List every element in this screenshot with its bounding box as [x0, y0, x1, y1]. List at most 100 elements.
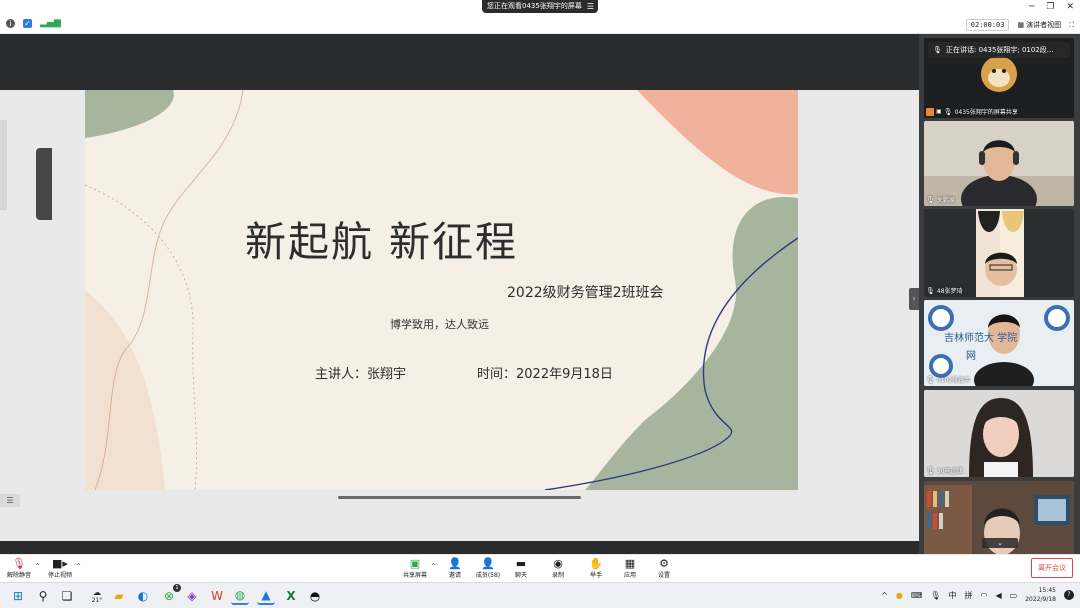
- share-options-chevron-icon[interactable]: ^: [431, 563, 436, 570]
- weather-widget[interactable]: ☁ 21°: [86, 587, 108, 605]
- fullscreen-icon[interactable]: ⛶: [1069, 21, 1074, 30]
- mic-muted-icon: 🎙: [926, 286, 935, 295]
- video-feed: [924, 390, 1074, 477]
- mic-muted-icon: 🎙: [12, 557, 26, 570]
- search-icon[interactable]: ⚲: [34, 587, 52, 605]
- tray-chevron-up-icon[interactable]: ^: [881, 591, 888, 600]
- grid-view-icon: ▦: [1017, 21, 1025, 29]
- mic-icon: 🎙: [926, 375, 935, 384]
- unmute-label: 解除静音: [6, 572, 31, 579]
- shared-screen-stage: 新起航 新征程 2022级财务管理2班班会 博学致用，达人致远 主讲人：张翔宇 …: [0, 34, 919, 554]
- app-purple-icon[interactable]: ◈: [183, 587, 201, 605]
- tile-name: 48张梦琦: [936, 288, 963, 295]
- ime-mode[interactable]: 拼: [965, 590, 973, 601]
- security-shield-icon[interactable]: ✓: [23, 19, 32, 28]
- notification-icon[interactable]: ?: [1064, 590, 1074, 600]
- settings-button[interactable]: ⚙ 设置: [646, 557, 682, 579]
- participant-tile[interactable]: ⌄: [924, 481, 1074, 554]
- stop-video-button[interactable]: ■▸ 停止视频: [42, 557, 78, 579]
- record-button[interactable]: ◉ 录制: [540, 557, 576, 579]
- participant-tile[interactable]: 🎙 正在讲话: 0435张翔宇; 0102段... ▣ 🎙 0435张翔宇的屏幕…: [924, 38, 1074, 118]
- system-tray: ^ ● ⌨ 🎙 中 拼 ◠ ◀ ▭ 15:45 2022/9/18 ?: [881, 586, 1074, 604]
- mic-muted-icon: 🎙: [926, 466, 935, 475]
- participant-tile[interactable]: 吉林师范大 学院 网 🎙 0102段鑫韦: [924, 300, 1074, 386]
- slide-time: 时间：2022年9月18日: [477, 367, 613, 382]
- slide-panel-handle[interactable]: [36, 148, 52, 220]
- settings-label: 设置: [657, 572, 670, 579]
- keyboard-icon[interactable]: ⌨: [911, 591, 923, 600]
- window-controls: ─ ❐ ✕: [1029, 2, 1074, 12]
- slide-subtitle: 2022级财务管理2班班会: [507, 285, 664, 301]
- speaking-indicator: 🎙 正在讲话: 0435张翔宇; 0102段...: [928, 42, 1070, 58]
- excel-icon[interactable]: X: [282, 587, 300, 605]
- slide-motto: 博学致用，达人致远: [390, 318, 489, 331]
- unmute-button[interactable]: 🎙 解除静音: [1, 557, 37, 579]
- sage-blob-top-left: [85, 90, 174, 138]
- notification-badge: 1: [173, 584, 181, 592]
- viewing-screen-banner[interactable]: 您正在观看0435张翔宇的屏幕 ☰: [482, 0, 598, 13]
- members-label: 成员(58): [475, 572, 501, 579]
- slide-list-icon[interactable]: ☰: [0, 494, 20, 507]
- wechat-icon[interactable]: ◍: [231, 587, 249, 605]
- invite-label: 邀请: [448, 572, 461, 579]
- tray-mic-icon[interactable]: 🎙: [930, 591, 940, 600]
- expand-tiles-chevron-icon[interactable]: ⌄: [982, 538, 1018, 548]
- participant-video-panel: 🎙 正在讲话: 0435张翔宇; 0102段... ▣ 🎙 0435张翔宇的屏幕…: [919, 34, 1080, 554]
- speaker-icon[interactable]: ◀: [996, 591, 1002, 600]
- qq-icon[interactable]: ◓: [306, 587, 324, 605]
- wifi-icon[interactable]: ◠: [981, 591, 988, 600]
- video-feed: [924, 209, 1074, 297]
- school-sign-text: 吉林师范大 学院: [944, 333, 1018, 344]
- gear-icon: ⚙: [659, 557, 669, 570]
- tile-label: 🎙 0102段鑫韦: [926, 374, 970, 385]
- banner-menu-icon[interactable]: ☰: [587, 0, 594, 13]
- tile-name: 0102段鑫韦: [936, 377, 971, 384]
- share-screen-button[interactable]: ▣ 共享屏幕: [397, 557, 433, 579]
- xbox-icon[interactable]: ⊗ 1: [160, 584, 181, 605]
- meeting-toolbar: 🎙 解除静音 ^ ■▸ 停止视频 ^ ▣ 共享屏幕 ^ 👤 邀请 👤 成员(58…: [0, 554, 1080, 582]
- audio-options-chevron-icon[interactable]: ^: [35, 563, 40, 570]
- edge-browser-icon[interactable]: ◐: [134, 587, 152, 605]
- participant-tile[interactable]: 🎙 关鹏展: [924, 121, 1074, 206]
- tencent-meeting-icon[interactable]: ▲: [257, 587, 275, 605]
- battery-icon[interactable]: ▭: [1010, 591, 1018, 600]
- collapse-panel-chevron-icon[interactable]: ›: [909, 288, 919, 310]
- participant-tile[interactable]: 🎙 48张梦琦: [924, 209, 1074, 297]
- top-right-controls: 02:00:03 ▦ 演讲者视图 ⛶: [965, 19, 1074, 31]
- meeting-status-icons: i ✓ ▂▄▆: [6, 19, 61, 28]
- share-screen-label: 共享屏幕: [402, 572, 427, 579]
- info-icon[interactable]: i: [6, 19, 15, 28]
- raise-hand-button[interactable]: ✋ 举手: [578, 557, 614, 579]
- tile-name: 0435张翔宇的屏幕共享: [954, 109, 1018, 116]
- minimize-icon[interactable]: ─: [1029, 2, 1034, 12]
- host-badge-icon: [926, 107, 934, 116]
- horizontal-scrollbar[interactable]: [338, 496, 581, 499]
- view-mode-button[interactable]: ▦ 演讲者视图: [1017, 20, 1061, 30]
- file-explorer-icon[interactable]: ▰: [110, 587, 128, 605]
- windows-start-icon[interactable]: ⊞: [9, 587, 27, 605]
- video-options-chevron-icon[interactable]: ^: [76, 563, 81, 570]
- network-signal-icon[interactable]: ▂▄▆: [40, 19, 61, 28]
- wps-office-icon[interactable]: W: [208, 587, 226, 605]
- tile-label: 🎙 30马远钰: [926, 465, 963, 476]
- ime-language[interactable]: 中: [949, 590, 957, 601]
- tile-name: 30马远钰: [936, 468, 963, 475]
- chat-button[interactable]: ▬ 聊天: [503, 557, 539, 579]
- tray-app-icon[interactable]: ●: [896, 591, 903, 600]
- presentation-slide: 新起航 新征程 2022级财务管理2班班会 博学致用，达人致远 主讲人：张翔宇 …: [85, 90, 798, 490]
- restore-icon[interactable]: ❐: [1046, 2, 1054, 12]
- participant-tile[interactable]: 🎙 30马远钰: [924, 390, 1074, 477]
- invite-button[interactable]: 👤 邀请: [437, 557, 473, 579]
- members-icon: 👤: [481, 557, 495, 570]
- invite-user-icon: 👤: [448, 557, 462, 570]
- close-icon[interactable]: ✕: [1066, 2, 1074, 12]
- taskbar-clock[interactable]: 15:45 2022/9/18: [1025, 586, 1056, 604]
- leave-meeting-button[interactable]: 离开会议: [1031, 558, 1073, 578]
- apps-button[interactable]: ▦ 应用: [612, 557, 648, 579]
- slide-decoration-svg: [85, 90, 798, 490]
- school-sign-text-2: 网: [966, 351, 976, 362]
- task-view-icon[interactable]: ❏: [58, 587, 76, 605]
- mic-icon: 🎙: [933, 46, 942, 54]
- members-button[interactable]: 👤 成员(58): [470, 557, 506, 579]
- speaking-text: 正在讲话: 0435张翔宇; 0102段...: [946, 46, 1054, 54]
